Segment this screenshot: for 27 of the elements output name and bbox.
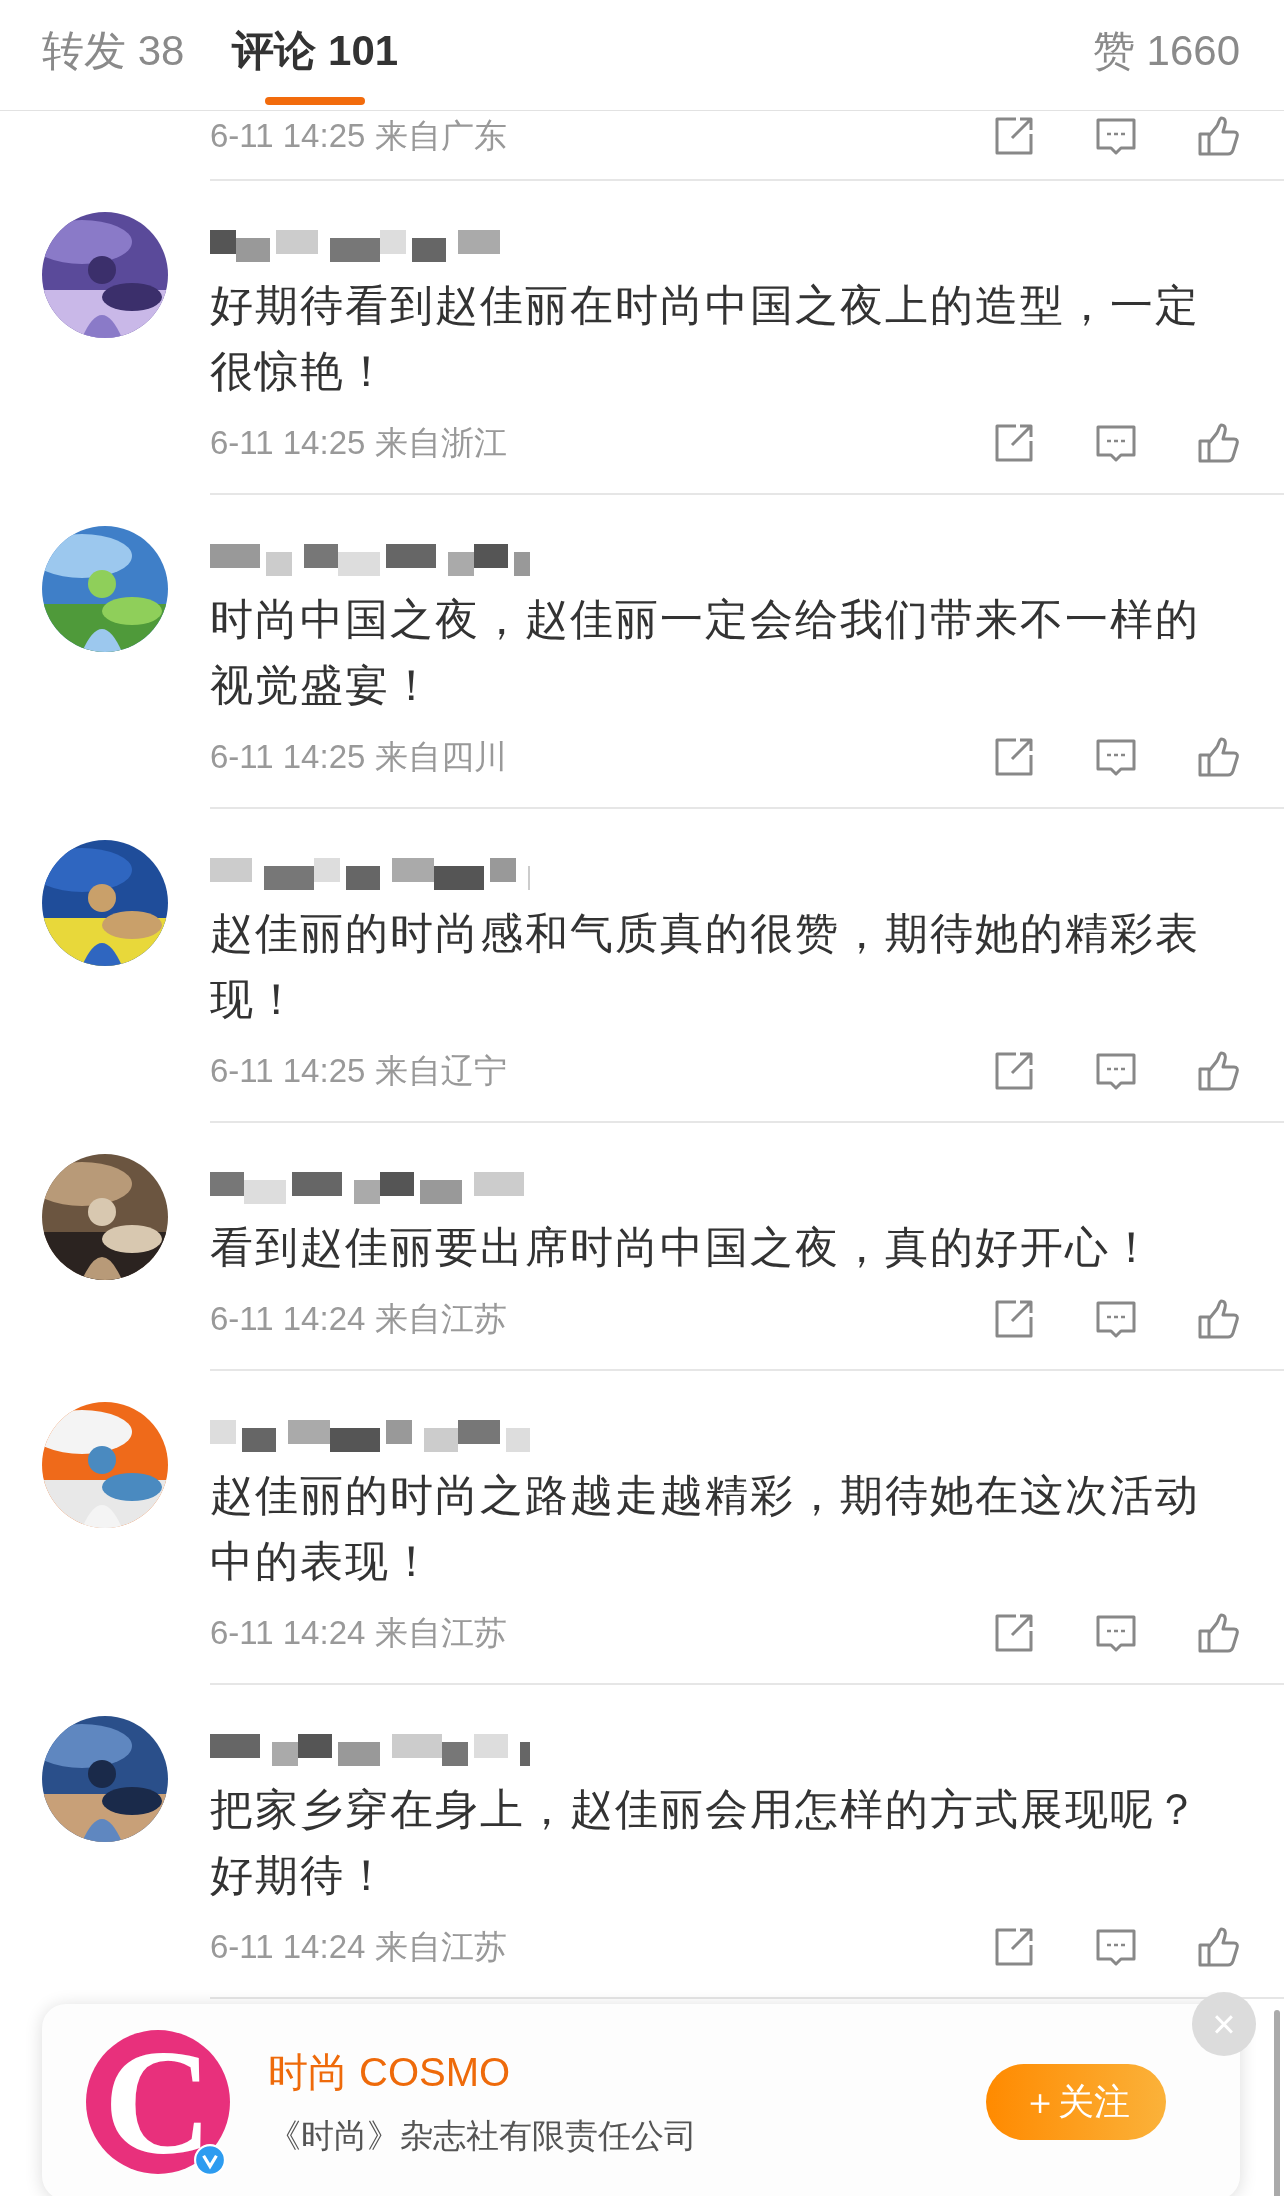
comment-time: 6-11 14:25 来自广东: [210, 115, 507, 156]
like-icon[interactable]: [1196, 421, 1240, 465]
comment-text: 好期待看到赵佳丽在时尚中国之夜上的造型，一定很惊艳！: [210, 280, 1201, 397]
like-icon[interactable]: [1196, 1925, 1240, 1969]
likes-tab[interactable]: 赞 1660: [1092, 23, 1240, 87]
comment-text: 看到赵佳丽要出席时尚中国之夜，真的好开心！: [210, 1222, 1156, 1273]
account-description: 《时尚》杂志社有限责任公司: [268, 2116, 698, 2156]
follow-button[interactable]: ＋关注: [986, 2064, 1166, 2140]
comment-time: 6-11 14:25 来自辽宁: [210, 1050, 507, 1091]
tab[interactable]: 评论 101: [232, 19, 399, 91]
comment-time: 6-11 14:24 来自江苏: [210, 1612, 507, 1653]
account-name[interactable]: 时尚 COSMO: [268, 2045, 986, 2100]
comment-time: 6-11 14:24 来自江苏: [210, 1926, 507, 1967]
comment-text: 把家乡穿在身上，赵佳丽会用怎样的方式展现呢？好期待！: [210, 1784, 1201, 1901]
comment-text: 时尚中国之夜，赵佳丽一定会给我们带来不一样的视觉盛宴！: [210, 594, 1201, 711]
comment-text: 赵佳丽的时尚之路越走越精彩，期待她在这次活动中的表现！: [210, 1470, 1201, 1587]
brand-logo: C: [86, 2030, 230, 2174]
like-icon[interactable]: [1196, 735, 1240, 779]
tab[interactable]: 转发 38: [42, 19, 185, 91]
like-icon[interactable]: [1196, 114, 1240, 158]
comment-text: 赵佳丽的时尚感和气质真的很赞，期待她的精彩表现！: [210, 908, 1201, 1025]
like-icon[interactable]: [1196, 1049, 1240, 1093]
comment-time: 6-11 14:24 来自江苏: [210, 1298, 507, 1339]
comment-time: 6-11 14:25 来自浙江: [210, 422, 507, 463]
like-icon[interactable]: [1196, 1611, 1240, 1655]
like-icon[interactable]: [1196, 1297, 1240, 1341]
comment-time: 6-11 14:25 来自四川: [210, 736, 507, 777]
